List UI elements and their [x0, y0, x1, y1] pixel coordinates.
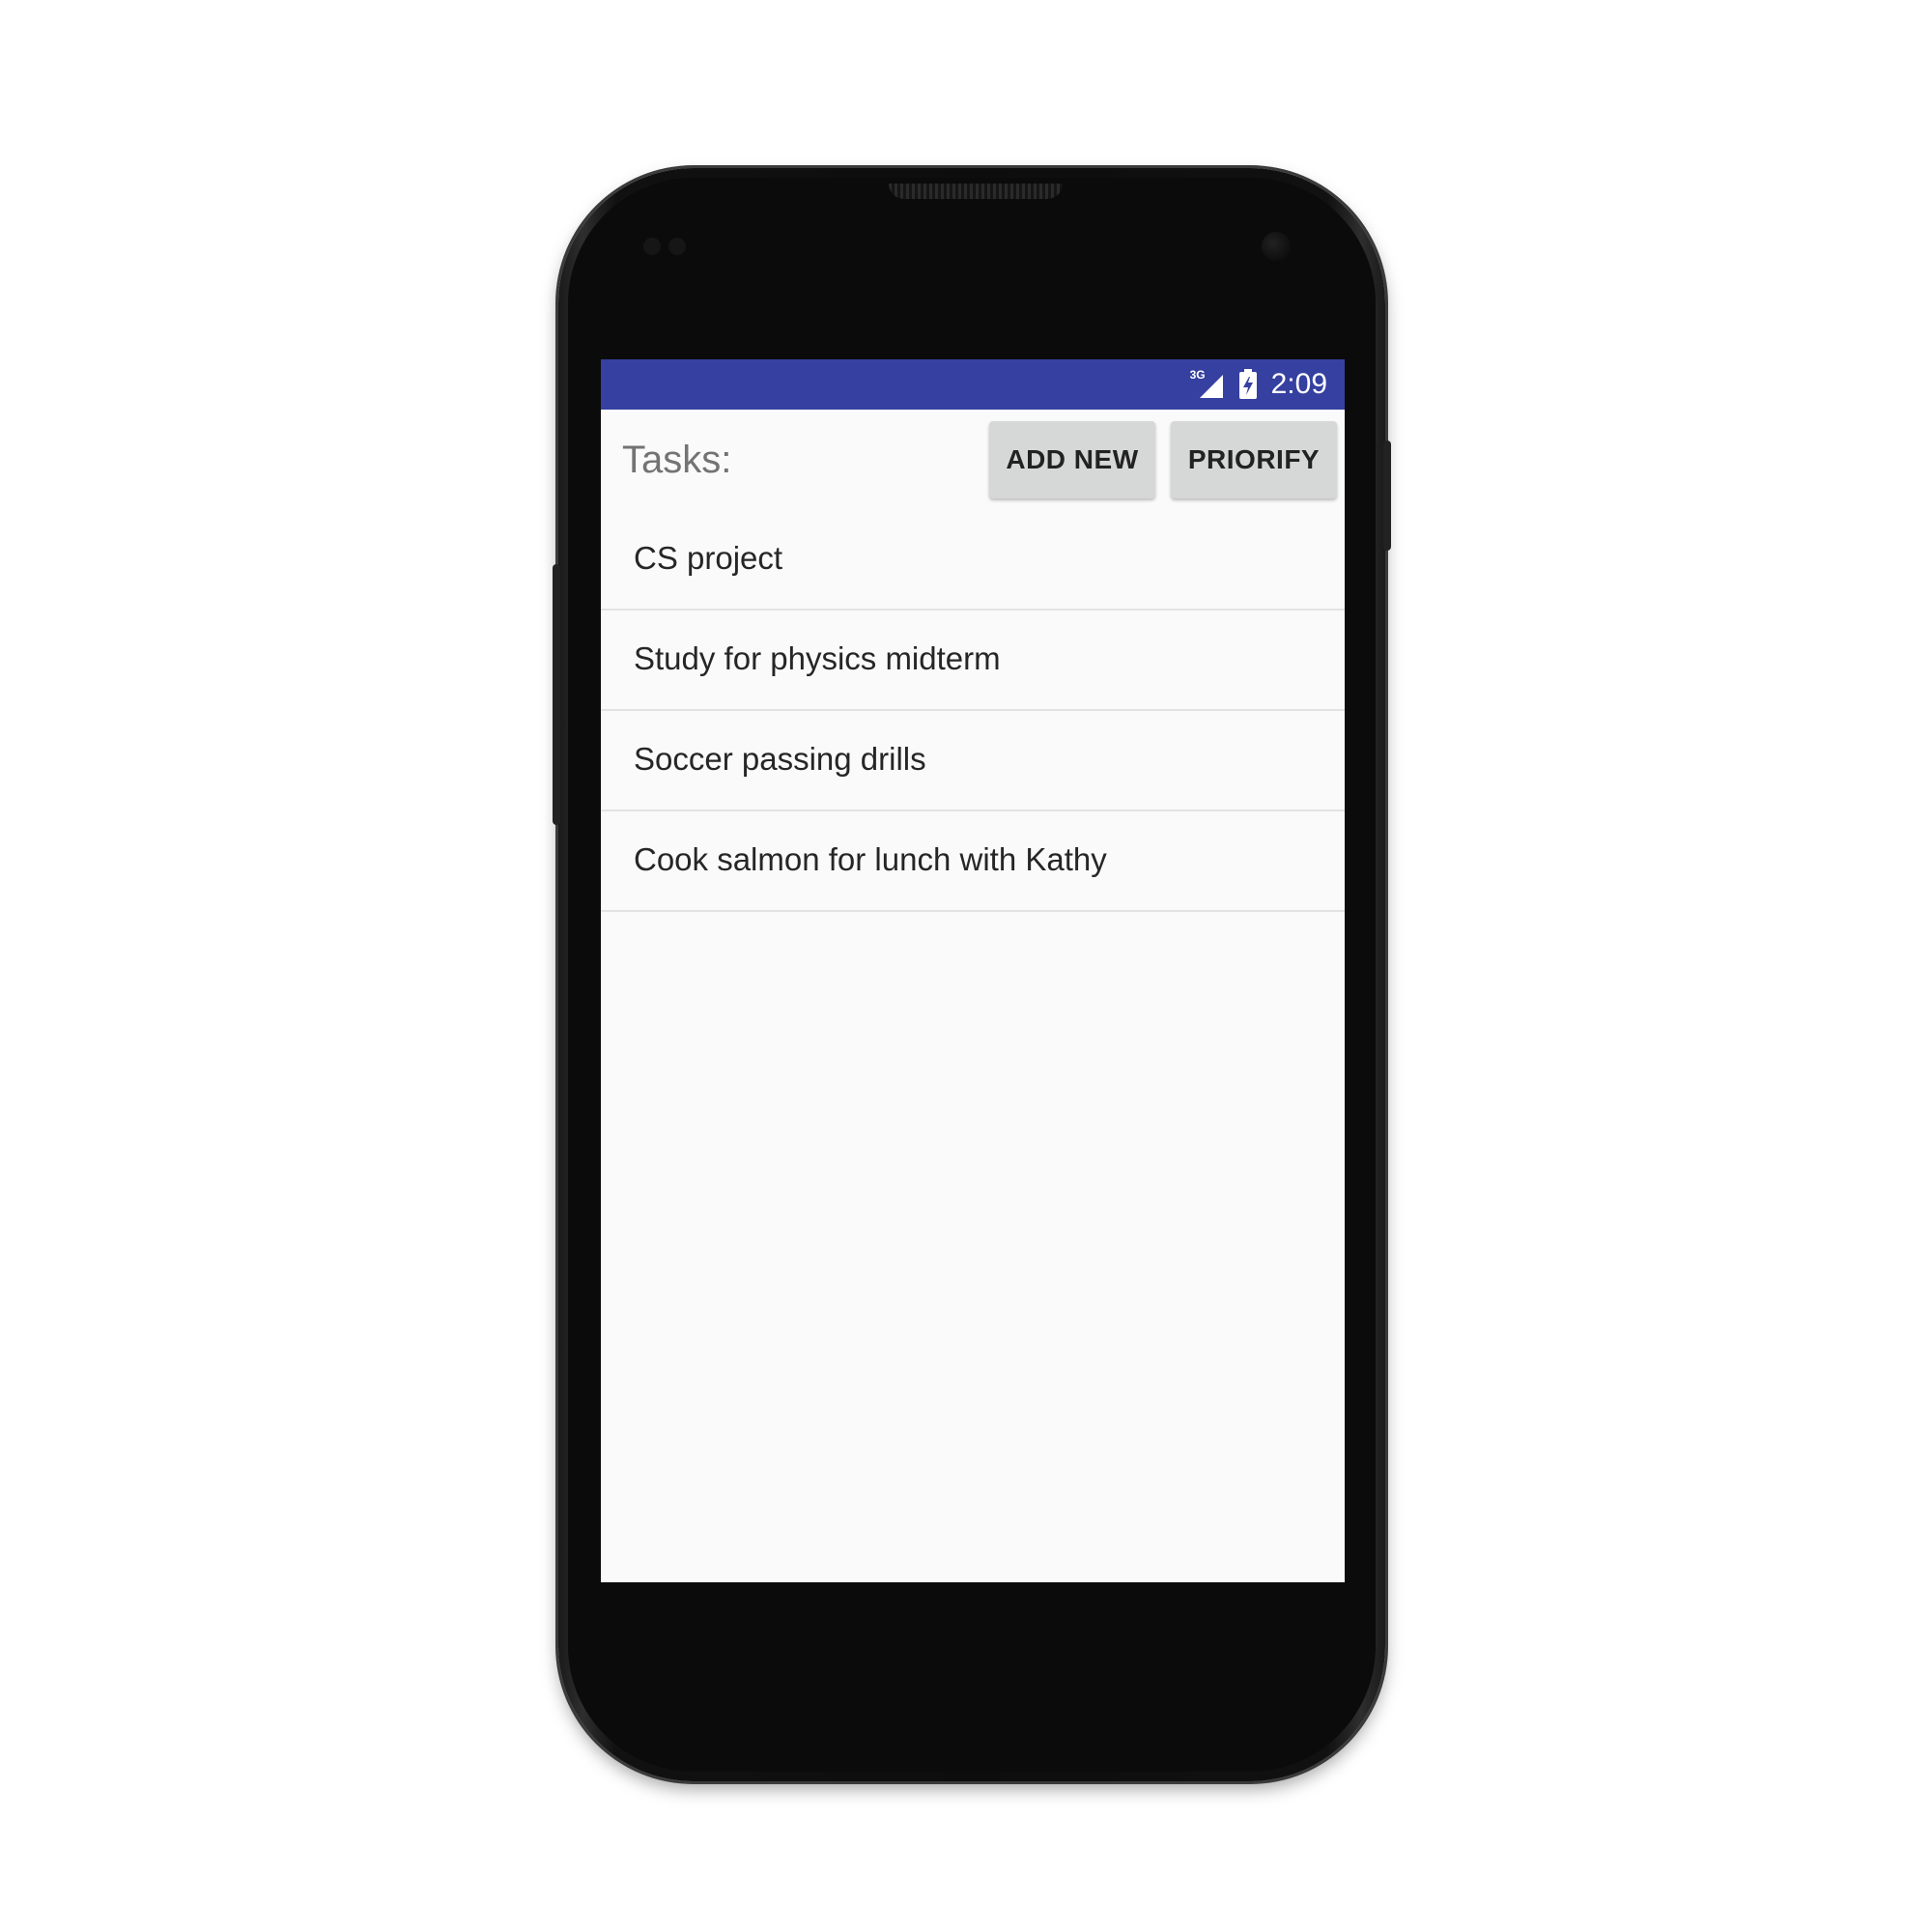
- task-list: CS project Study for physics midterm Soc…: [601, 510, 1345, 912]
- stage: 3G 2:09 Tasks: ADD NEW PRIORIFY CS proje…: [0, 0, 1932, 1932]
- status-clock: 2:09: [1270, 368, 1327, 400]
- page-title: Tasks:: [622, 439, 732, 481]
- status-icons: 3G 2:09: [1190, 359, 1327, 410]
- power-button[interactable]: [1383, 440, 1391, 551]
- proximity-sensor: [643, 238, 661, 255]
- front-camera: [1262, 232, 1291, 261]
- battery-charging-icon: [1238, 369, 1258, 400]
- earpiece-speaker: [889, 184, 1063, 199]
- add-new-button[interactable]: ADD NEW: [989, 421, 1155, 498]
- list-item[interactable]: CS project: [601, 510, 1345, 611]
- priorify-button[interactable]: PRIORIFY: [1171, 421, 1337, 498]
- header-row: Tasks: ADD NEW PRIORIFY: [601, 410, 1345, 510]
- light-sensor: [668, 238, 686, 255]
- list-item[interactable]: Soccer passing drills: [601, 711, 1345, 811]
- status-bar: 3G 2:09: [601, 359, 1345, 410]
- cell-signal-icon: 3G: [1190, 369, 1225, 400]
- app-screen: 3G 2:09 Tasks: ADD NEW PRIORIFY CS proje…: [601, 359, 1345, 1582]
- list-item[interactable]: Cook salmon for lunch with Kathy: [601, 811, 1345, 912]
- volume-button[interactable]: [553, 564, 560, 825]
- list-item[interactable]: Study for physics midterm: [601, 611, 1345, 711]
